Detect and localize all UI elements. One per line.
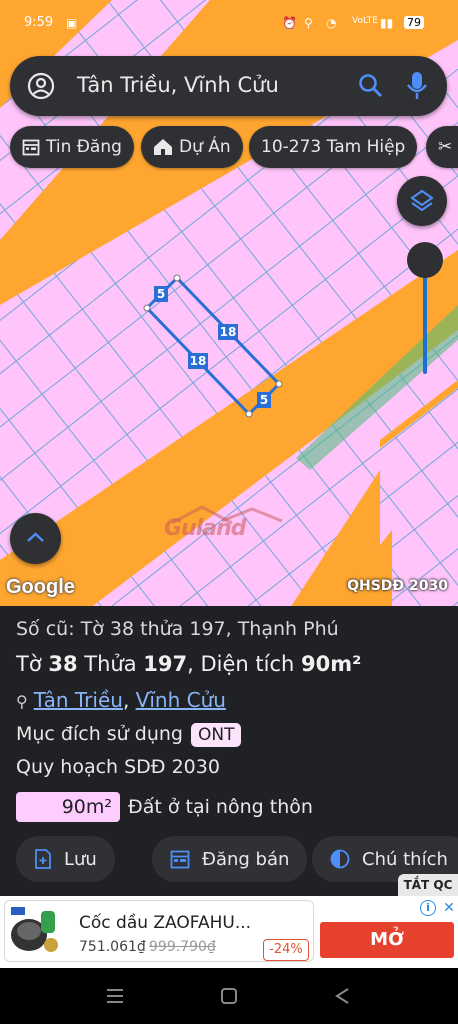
layers-icon [410,189,434,212]
contrast-icon [330,849,350,869]
plan-area-badge: 90m² [16,792,120,822]
recent-apps-icon[interactable] [106,988,124,1004]
map-layer-label: QHSDĐ 2030 [347,578,448,594]
post-sale-label: Đăng bán [202,848,290,870]
microphone-icon[interactable] [406,71,428,101]
ad-product-image [7,905,63,959]
pin-icon: ⚲ [16,692,28,711]
separator: , [122,688,136,712]
volte-icon: VoLTE [352,16,378,26]
plot-label: Thửa [77,652,144,676]
calendar-icon [22,139,40,156]
opacity-slider-track[interactable] [423,268,427,374]
google-logo: Google [6,576,75,598]
home-icon [154,139,172,155]
wifi-icon: ◔ [326,16,337,30]
calendar-icon [170,850,190,869]
save-label: Lưu [64,848,97,870]
ad-banner[interactable]: Cốc dầu ZAOFAHU... 751.061₫ 999.790₫ -24… [0,896,458,968]
expand-sheet-button[interactable] [10,513,61,564]
plot-number: 197 [143,652,188,676]
close-ad-button[interactable]: TẮT QC [398,874,458,896]
save-button[interactable]: Lưu [16,836,115,882]
ad-old-price: 999.790₫ [149,939,216,955]
ad-price: 751.061₫ [79,939,146,955]
ad-close-icon[interactable]: ✕ [442,899,456,917]
tools-icon: ✂ [438,137,453,157]
parcel-edge-label: 18 [190,354,207,368]
parcel-edge-label: 5 [157,287,165,301]
parcel-edge-label: 18 [220,325,237,339]
parcel-info-sheet: Số cũ: Tờ 38 thửa 197, Thạnh Phú Tờ 38 T… [0,606,458,896]
home-nav-icon[interactable] [220,987,238,1005]
add-file-icon [35,849,51,869]
sheet-label: Tờ [16,652,49,676]
plan-row: 90m² Đất ở tại nông thôn [16,792,313,822]
plan-description: Đất ở tại nông thôn [128,796,313,818]
chevron-up-icon [27,532,44,542]
chip-listings[interactable]: Tin Đăng [10,126,134,168]
status-time: 9:59 [24,15,54,30]
ad-discount-badge: -24% [263,939,309,961]
battery-icon: 79 [404,16,424,29]
chip-label: 10-273 Tam Hiệp [261,137,406,157]
location-icon: ⚲ [304,16,313,30]
parcel-location: ⚲ Tân Triều, Vĩnh Cửu [16,688,226,712]
account-icon[interactable] [27,72,55,100]
parcel-summary: Tờ 38 Thửa 197, Diện tích 90m² [16,652,361,676]
ad-info-icon[interactable]: i [420,900,436,916]
purpose-badge: ONT [190,723,242,747]
system-nav-bar [0,968,458,1024]
parcel-edge-label: 5 [260,393,268,407]
old-parcel-info: Số cũ: Tờ 38 thửa 197, Thạnh Phú [16,618,339,640]
back-icon[interactable] [334,987,350,1005]
signal-icon: ▮▮ [380,16,394,30]
sheet-number: 38 [48,652,78,676]
area-value: 90m² [300,652,362,676]
chip-location[interactable]: 10-273 Tam Hiệp [249,126,418,168]
plan-title: Quy hoạch SDĐ 2030 [16,756,220,778]
ward-link[interactable]: Tân Triều [34,688,123,712]
district-link[interactable]: Vĩnh Cửu [136,688,226,712]
area-label: , Diện tích [187,652,301,676]
chip-projects[interactable]: Dự Án [141,126,243,168]
ad-open-button[interactable]: MỞ [320,922,454,958]
status-bar: 9:59 ▣ ⏰ ⚲ ◔ VoLTE ▮▮ 79 [0,0,458,40]
search-icon[interactable] [358,73,384,99]
land-purpose: Mục đích sử dụng ONT [16,723,242,747]
search-bar[interactable]: Tân Triều, Vĩnh Cửu [10,56,447,116]
legend-label: Chú thích [362,848,448,870]
chip-label: Tin Đăng [46,137,122,157]
ad-product-card[interactable]: Cốc dầu ZAOFAHU... 751.061₫ 999.790₫ -24… [4,900,314,962]
post-sale-button[interactable]: Đăng bán [152,836,308,882]
layers-button[interactable] [397,176,447,226]
notification-icon: ▣ [66,16,78,30]
purpose-label: Mục đích sử dụng [16,723,183,745]
svg-text:Guland: Guland [164,516,247,539]
chip-label: Dự Án [179,137,231,157]
search-input[interactable]: Tân Triều, Vĩnh Cửu [77,73,279,97]
ad-title: Cốc dầu ZAOFAHU... [79,913,252,933]
app-root: 5 18 18 5 Guland 9:59 ▣ ⏰ ⚲ ◔ VoLTE ▮▮ 7… [0,0,458,1024]
opacity-slider-handle[interactable] [407,242,443,278]
alarm-icon: ⏰ [282,16,297,30]
